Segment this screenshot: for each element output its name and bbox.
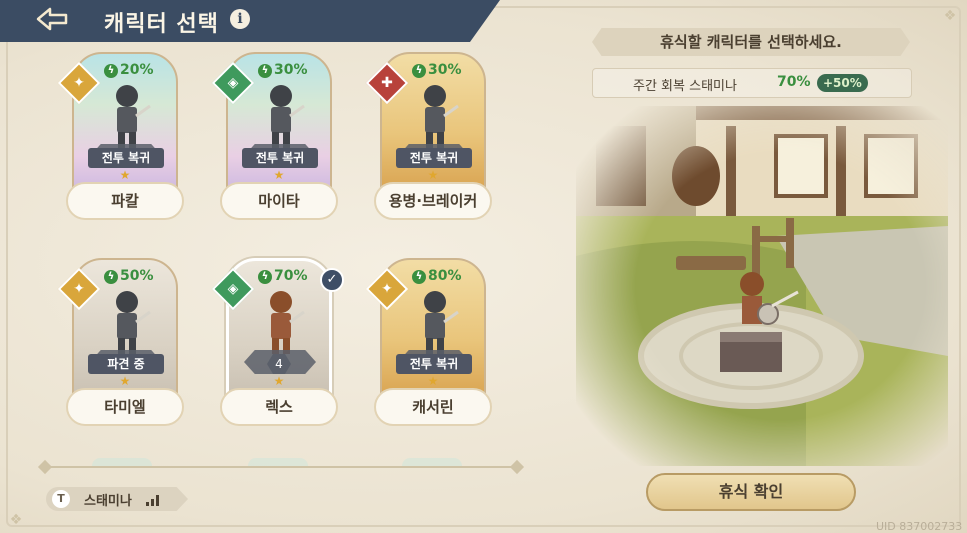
character-card[interactable]: ✦ ϟ 50% 파견 중 ★ 타미엘 <box>57 258 184 428</box>
stamina-sort-button[interactable]: T 스태미나 <box>46 487 188 511</box>
lightning-icon: ϟ <box>412 270 426 284</box>
star-icon: ★ <box>427 374 439 388</box>
lightning-icon: ϟ <box>412 64 426 78</box>
character-name: 렉스 <box>220 388 338 426</box>
character-name: 용병·브레이커 <box>374 182 492 220</box>
stamina-sort-label: 스태미나 <box>84 494 132 509</box>
character-name: 마이타 <box>220 182 338 220</box>
lightning-icon: ϟ <box>258 64 272 78</box>
rest-scene-svg <box>576 106 948 466</box>
character-sprite <box>270 291 305 354</box>
lightning-icon: ϟ <box>258 270 272 284</box>
status-badge: 파견 중 <box>88 354 164 374</box>
character-card[interactable]: ◈ ϟ 70% 4 ★ 렉스 ✓ <box>211 258 344 428</box>
rest-confirm-button[interactable]: 휴식 확인 <box>646 473 856 511</box>
character-name: 파칼 <box>66 182 184 220</box>
back-arrow-icon[interactable] <box>32 6 72 34</box>
star-icon: ★ <box>427 168 439 182</box>
rest-scene-illustration <box>576 106 948 466</box>
status-badge: 전투 복귀 <box>396 148 472 168</box>
user-id: UID 837002733 <box>876 520 963 533</box>
check-icon: ✓ <box>320 268 344 292</box>
sort-signal-icon <box>146 494 162 506</box>
corner-ornament-icon: ❖ <box>9 512 23 528</box>
scroll-divider <box>44 466 518 468</box>
star-icon: ★ <box>273 374 285 388</box>
header-bar <box>0 0 500 42</box>
next-row-card-peek <box>248 458 308 466</box>
stamina-value: 20% <box>120 62 154 78</box>
status-badge: 전투 복귀 <box>88 148 164 168</box>
weekly-recovery-label: 주간 회복 스태미나 <box>633 79 737 94</box>
card-stamina: ϟ 30% <box>258 62 308 78</box>
status-badge: 전투 복귀 <box>242 148 318 168</box>
next-row-card-peek <box>402 458 462 466</box>
character-card[interactable]: ✦ ϟ 20% 전투 복귀 ★ 파칼 <box>57 52 184 222</box>
page-title: 캐릭터 선택 <box>104 12 219 37</box>
card-stamina: ϟ 50% <box>104 268 154 284</box>
stamina-t-icon: T <box>52 490 70 508</box>
character-sprite <box>116 291 151 354</box>
character-name: 타미엘 <box>66 388 184 426</box>
character-sprite <box>116 85 151 148</box>
info-icon[interactable]: i <box>230 9 250 29</box>
star-icon: ★ <box>119 168 131 182</box>
stamina-value: 70% <box>274 268 308 284</box>
character-name: 캐서린 <box>374 388 492 426</box>
character-sprite <box>424 85 459 148</box>
card-stamina: ϟ 30% <box>412 62 462 78</box>
back-arrow-icon-svg <box>36 7 68 31</box>
character-card[interactable]: ✚ ϟ 30% 전투 복귀 ★ 용병·브레이커 <box>365 52 492 222</box>
lightning-icon: ϟ <box>104 270 118 284</box>
character-sprite <box>424 291 459 354</box>
stamina-value: 30% <box>274 62 308 78</box>
card-stamina: ϟ 80% <box>412 268 462 284</box>
character-sprite <box>270 85 305 148</box>
stamina-value: 50% <box>120 268 154 284</box>
stamina-value: 80% <box>428 268 462 284</box>
stamina-value: 30% <box>428 62 462 78</box>
weekly-recovery-box: 주간 회복 스태미나 70% +50% <box>592 68 912 98</box>
character-card[interactable]: ◈ ϟ 30% 전투 복귀 ★ 마이타 <box>211 52 338 222</box>
status-badge: 전투 복귀 <box>396 354 472 374</box>
star-icon: ★ <box>119 374 131 388</box>
next-row-card-peek <box>92 458 152 466</box>
lightning-icon: ϟ <box>104 64 118 78</box>
card-stamina: ϟ 20% <box>104 62 154 78</box>
character-card[interactable]: ✦ ϟ 80% 전투 복귀 ★ 캐서린 <box>365 258 492 428</box>
weekly-recovery-bonus: +50% <box>817 74 868 92</box>
star-icon: ★ <box>273 168 285 182</box>
card-stamina: ϟ 70% <box>258 268 308 284</box>
corner-ornament-icon: ❖ <box>943 8 957 24</box>
instruction-banner: 휴식할 캐릭터를 선택하세요. <box>592 28 910 56</box>
weekly-recovery-value: 70% <box>777 74 811 90</box>
